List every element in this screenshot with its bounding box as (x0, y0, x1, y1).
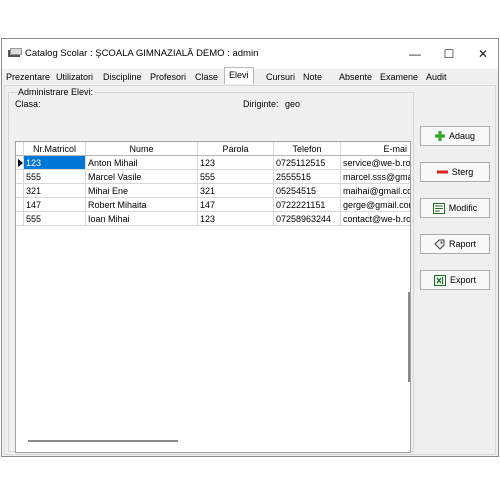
export-button[interactable]: Export (420, 270, 490, 290)
table-cell[interactable]: Mihai Ene (86, 184, 198, 198)
row-header[interactable] (16, 212, 24, 226)
close-button[interactable]: ✕ (466, 43, 500, 65)
current-row-arrow-icon (18, 159, 23, 167)
table-cell[interactable]: 0725112515 (274, 156, 341, 170)
table-cell[interactable]: 555 (24, 212, 86, 226)
horizontal-scrollbar[interactable] (28, 440, 178, 442)
table-cell[interactable]: 123 (198, 156, 274, 170)
elevi-panel: Administrare Elevi: Clasa: Diriginte: ge… (4, 85, 496, 455)
group-title: Administrare Elevi: (17, 87, 95, 97)
row-header[interactable] (16, 170, 24, 184)
clasa-label: Clasa: (15, 99, 41, 109)
table-cell[interactable]: 123 (198, 212, 274, 226)
edit-form-icon (432, 202, 445, 214)
table-cell[interactable]: service@we-b.ro (341, 156, 410, 170)
table-cell[interactable]: Robert Mihaita (86, 198, 198, 212)
raport-label: Raport (448, 239, 476, 249)
table-cell[interactable]: 555 (24, 170, 86, 184)
minus-icon (436, 170, 448, 174)
minimize-icon: — (409, 47, 421, 61)
table-cell[interactable]: Marcel Vasile (86, 170, 198, 184)
row-header[interactable] (16, 156, 24, 170)
modific-label: Modific (448, 203, 478, 213)
table-cell[interactable]: 147 (198, 198, 274, 212)
export-label: Export (449, 275, 476, 285)
column-header-nr-matricol[interactable]: Nr.Matricol (24, 142, 86, 156)
excel-export-icon (433, 274, 446, 286)
diriginte-value: geo (285, 99, 301, 109)
maximize-icon: ☐ (443, 47, 455, 61)
tab-absente[interactable]: Absente (339, 70, 372, 84)
report-tag-icon (434, 239, 445, 250)
vertical-scrollbar[interactable] (408, 292, 410, 382)
tab-profesori[interactable]: Profesori (150, 70, 186, 84)
tab-cursuri[interactable]: Cursuri (266, 70, 295, 84)
table-cell[interactable]: 2555515 (274, 170, 341, 184)
column-header-nume[interactable]: Nume (86, 142, 198, 156)
column-header-parola[interactable]: Parola (198, 142, 274, 156)
row-header[interactable] (16, 184, 24, 198)
column-header-email[interactable]: E-mai (341, 142, 410, 156)
table-cell[interactable]: 555 (198, 170, 274, 184)
table-cell[interactable]: contact@we-b.ro (341, 212, 410, 226)
plus-icon (434, 131, 445, 141)
adaug-button[interactable]: Adaug (420, 126, 490, 146)
tab-discipline[interactable]: Discipline (103, 70, 142, 84)
elevi-grid[interactable]: Nr.Matricol Nume Parola Telefon E-mai 12… (15, 141, 411, 453)
diriginte-label: Diriginte: (243, 99, 279, 109)
window-title: Catalog Scolar : ŞCOALA GIMNAZIALĂ DEMO … (25, 48, 259, 59)
title-bar: Catalog Scolar : ŞCOALA GIMNAZIALĂ DEMO … (2, 39, 498, 69)
tab-clase[interactable]: Clase (195, 70, 218, 84)
table-cell[interactable]: 147 (24, 198, 86, 212)
maximize-button[interactable]: ☐ (432, 43, 466, 65)
close-icon: ✕ (477, 47, 489, 61)
table-cell[interactable]: Ioan Mihai (86, 212, 198, 226)
tab-audit[interactable]: Audit (426, 70, 447, 84)
table-cell[interactable]: Anton Mihail (86, 156, 198, 170)
tab-examene[interactable]: Examene (380, 70, 418, 84)
main-window: Catalog Scolar : ŞCOALA GIMNAZIALĂ DEMO … (1, 38, 499, 457)
table-cell[interactable]: 321 (198, 184, 274, 198)
table-cell[interactable]: 0722221151 (274, 198, 341, 212)
tab-utilizatori[interactable]: Utilizatori (56, 70, 93, 84)
modific-button[interactable]: Modific (420, 198, 490, 218)
table-cell[interactable]: gerge@gmail.com (341, 198, 410, 212)
tab-note[interactable]: Note (303, 70, 322, 84)
raport-button[interactable]: Raport (420, 234, 490, 254)
administrare-elevi-group: Administrare Elevi: Clasa: Diriginte: ge… (8, 87, 414, 453)
tab-elevi[interactable]: Elevi (224, 67, 254, 84)
table-cell[interactable]: 123 (24, 156, 86, 170)
table-cell[interactable]: marcel.sss@gmail.com (341, 170, 410, 184)
app-icon (8, 48, 22, 57)
sterg-button[interactable]: Sterg (420, 162, 490, 182)
grid-corner (16, 142, 24, 156)
sterg-label: Sterg (451, 167, 474, 177)
adaug-label: Adaug (448, 131, 476, 141)
table-cell[interactable]: maihai@gmail.com (341, 184, 410, 198)
column-header-telefon[interactable]: Telefon (274, 142, 341, 156)
table-cell[interactable]: 07258963244 (274, 212, 341, 226)
minimize-button[interactable]: — (398, 43, 432, 65)
table-cell[interactable]: 321 (24, 184, 86, 198)
row-header[interactable] (16, 198, 24, 212)
tab-prezentare[interactable]: Prezentare (6, 70, 50, 84)
table-cell[interactable]: 05254515 (274, 184, 341, 198)
tab-strip: Prezentare Utilizatori Discipline Profes… (2, 67, 498, 85)
